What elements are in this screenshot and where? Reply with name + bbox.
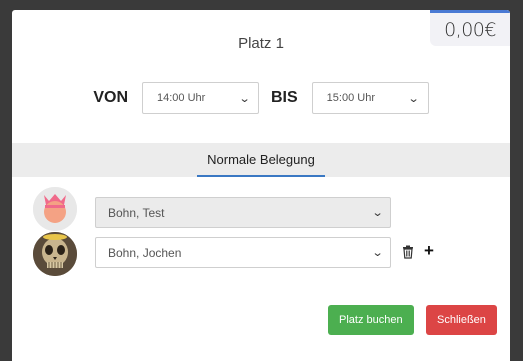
avatar [33,232,77,276]
avatar [33,187,77,231]
to-time-select[interactable]: 15:00 Uhr ⌄ [311,82,429,114]
chevron-down-icon: ⌄ [371,207,384,219]
chevron-down-icon: ⌄ [371,247,384,259]
tab-bar: Normale Belegung [12,143,510,177]
court-title: Platz 1 [238,35,284,52]
from-time-select[interactable]: 14:00 Uhr ⌄ [142,82,259,114]
plus-icon[interactable]: + [424,242,434,259]
player-1-select[interactable]: Bohn, Test ⌄ [95,197,391,228]
trash-icon[interactable] [401,245,415,259]
to-time-value: 15:00 Uhr [326,92,375,104]
pink-avatar-icon [33,187,77,231]
close-button[interactable]: Schließen [426,305,497,335]
book-court-button[interactable]: Platz buchen [328,305,414,335]
time-range-row: VON 14:00 Uhr ⌄ BIS 15:00 Uhr ⌄ [12,82,510,114]
tab-normale-belegung[interactable]: Normale Belegung [197,143,325,177]
player-2-name: Bohn, Jochen [108,245,182,260]
from-label: VON [93,89,128,106]
booking-modal: 0,00€ Platz 1 VON 14:00 Uhr ⌄ BIS 15:00 … [12,10,510,361]
player-1-name: Bohn, Test [108,205,165,220]
from-time-value: 14:00 Uhr [157,92,206,104]
skull-photo-avatar-icon [33,232,77,276]
chevron-down-icon: ⌄ [238,92,251,105]
chevron-down-icon: ⌄ [408,92,421,105]
player-2-select[interactable]: Bohn, Jochen ⌄ [95,237,391,268]
to-label: BIS [271,89,298,106]
